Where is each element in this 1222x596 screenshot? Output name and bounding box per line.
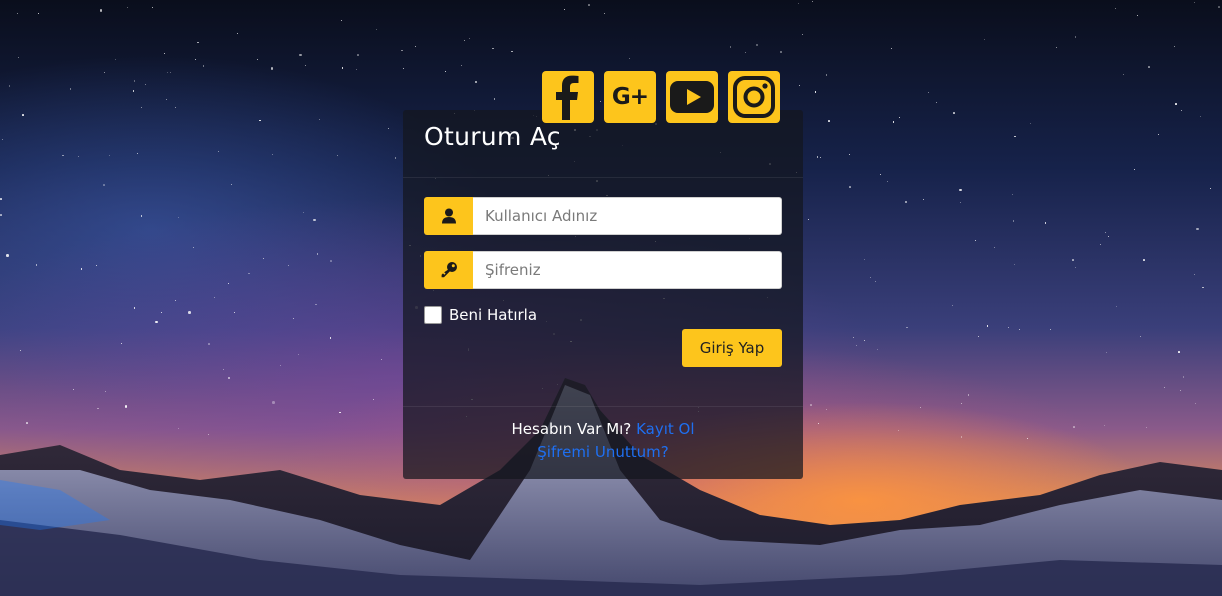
facebook-button[interactable] bbox=[542, 71, 594, 123]
google-plus-button[interactable]: G+ bbox=[604, 71, 656, 123]
panel-footer: Hesabın Var Mı? Kayıt Ol Şifremi Unuttum… bbox=[403, 418, 803, 464]
social-links: G+ bbox=[542, 71, 780, 123]
account-question: Hesabın Var Mı? bbox=[511, 420, 632, 438]
username-input[interactable] bbox=[473, 197, 782, 235]
forgot-password-link[interactable]: Şifremi Unuttum? bbox=[537, 443, 668, 461]
remember-checkbox[interactable] bbox=[424, 306, 442, 324]
key-icon bbox=[441, 262, 457, 278]
page-title: Oturum Aç bbox=[424, 122, 561, 151]
facebook-icon bbox=[556, 75, 579, 120]
youtube-icon bbox=[670, 81, 714, 113]
remember-label: Beni Hatırla bbox=[449, 306, 538, 324]
username-addon bbox=[424, 197, 473, 235]
footer-divider bbox=[403, 406, 803, 407]
user-icon bbox=[441, 208, 456, 224]
password-addon bbox=[424, 251, 473, 289]
title-divider bbox=[403, 177, 803, 178]
forgot-line: Şifremi Unuttum? bbox=[403, 441, 803, 464]
username-field bbox=[424, 197, 782, 235]
instagram-icon bbox=[733, 76, 775, 118]
register-link[interactable]: Kayıt Ol bbox=[636, 420, 694, 438]
password-field bbox=[424, 251, 782, 289]
login-panel: Oturum Aç Beni Hatırla Giriş Yap Hesabın… bbox=[403, 110, 803, 479]
login-button[interactable]: Giriş Yap bbox=[682, 329, 782, 367]
remember-me[interactable]: Beni Hatırla bbox=[424, 306, 537, 324]
youtube-button[interactable] bbox=[666, 71, 718, 123]
password-input[interactable] bbox=[473, 251, 782, 289]
register-line: Hesabın Var Mı? Kayıt Ol bbox=[403, 418, 803, 441]
google-plus-icon: G+ bbox=[611, 84, 649, 110]
instagram-button[interactable] bbox=[728, 71, 780, 123]
